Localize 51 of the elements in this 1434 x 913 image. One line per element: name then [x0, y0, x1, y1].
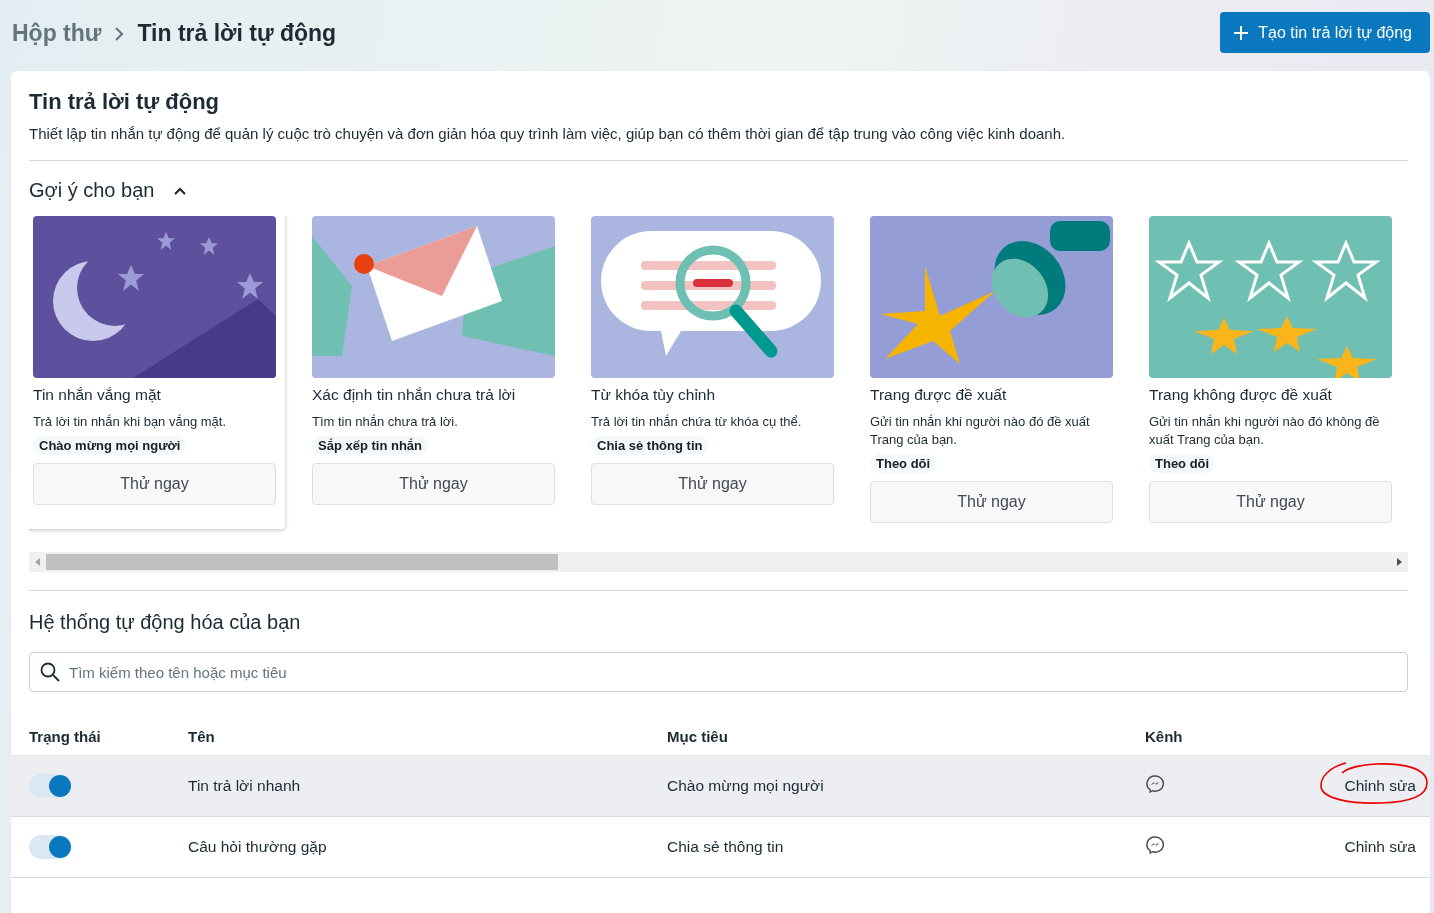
- card-description: Gửi tin nhắn khi người nào đó đề xuất Trang của bạn.: [870, 413, 1091, 449]
- card-description: Trả lời tin nhắn khi bạn vắng mặt.: [33, 413, 228, 431]
- card-tag: Sắp xếp tin nhắn: [312, 436, 428, 455]
- try-now-button[interactable]: Thử ngay: [591, 463, 834, 505]
- page-description: Thiết lập tin nhắn tự động để quản lý cuộc trò chuyện và đơn giản hóa quy trình làm việc, giúp bạn có thêm thời gian để tập trung vào công việc kinh doanh.: [29, 125, 1408, 161]
- section-title: Hệ thống tự động hóa của bạn: [29, 611, 302, 634]
- suggestion-card[interactable]: Tin nhắn vắng mặt Trả lời tin nhắn khi bạn vắng mặt. Chào mừng mọi người Thử ngay: [29, 216, 285, 529]
- card-description: Tìm tin nhắn chưa trả lời.: [312, 413, 459, 431]
- try-now-button[interactable]: Thử ngay: [312, 463, 555, 505]
- plus-icon: [1234, 25, 1249, 40]
- breadcrumb-current: Tin trả lời tự động: [137, 20, 337, 47]
- try-now-button[interactable]: Thử ngay: [870, 481, 1113, 523]
- scroll-left-icon[interactable]: [35, 558, 40, 566]
- try-now-button[interactable]: Thử ngay: [1149, 481, 1392, 523]
- try-now-button[interactable]: Thử ngay: [33, 463, 276, 505]
- card-title: Xác định tin nhắn chưa trả lời: [312, 386, 517, 404]
- create-auto-reply-button[interactable]: Tạo tin trả lời tự động: [1220, 12, 1430, 53]
- chevron-right-icon: [113, 25, 126, 42]
- table-cell-text: Câu hỏi thường gặp: [188, 838, 328, 856]
- search-field[interactable]: Tìm kiếm theo tên hoặc mục tiêu: [29, 652, 1408, 692]
- highlighted-row[interactable]: Tin trả lời nhanh Chào mừng mọi người Chỉnh sửa: [11, 756, 1430, 817]
- column-header: Kênh: [1145, 727, 1184, 745]
- table-cell-text: Chào mừng mọi người: [667, 777, 825, 795]
- section-title: Gợi ý cho bạn: [29, 179, 155, 202]
- column-header: Trạng thái: [29, 727, 102, 745]
- table-cell-text: Tin trả lời nhanh: [188, 777, 302, 795]
- horizontal-scrollbar[interactable]: [29, 552, 1408, 572]
- card-description: Gửi tin nhắn khi người nào đó không đề xuất Trang của bạn.: [1149, 413, 1381, 449]
- card-title: Trang được đề xuất: [870, 386, 1008, 404]
- edit-link[interactable]: Chỉnh sửa: [1344, 777, 1416, 794]
- card-title: Trang không được đề xuất: [1149, 386, 1333, 404]
- card-tag: Theo dõi: [870, 454, 937, 473]
- card-tag: Chia sẻ thông tin: [591, 436, 709, 455]
- status-toggle[interactable]: [29, 835, 71, 859]
- messenger-icon: [1145, 835, 1165, 855]
- messenger-icon: [1145, 774, 1165, 794]
- card-title: Từ khóa tùy chỉnh: [591, 386, 717, 404]
- status-toggle[interactable]: [29, 774, 71, 798]
- card-description: Trả lời tin nhắn chứa từ khóa cụ thể.: [591, 413, 803, 431]
- column-header: Mục tiêu: [667, 727, 729, 745]
- table-cell-text: Chia sẻ thông tin: [667, 838, 785, 856]
- card-tag: Theo dõi: [1149, 454, 1216, 473]
- scrollbar-thumb[interactable]: [46, 554, 558, 570]
- edit-link[interactable]: Chỉnh sửa: [1344, 838, 1416, 855]
- breadcrumb-link[interactable]: Hộp thư: [12, 20, 102, 47]
- scroll-right-icon[interactable]: [1397, 558, 1402, 566]
- column-header: Tên: [188, 727, 216, 745]
- page-title: Tin trả lời tự động: [29, 89, 221, 115]
- card-tag: Chào mừng mọi người: [33, 436, 187, 455]
- card-title: Tin nhắn vắng mặt: [33, 386, 162, 404]
- chevron-icon: [174, 186, 187, 195]
